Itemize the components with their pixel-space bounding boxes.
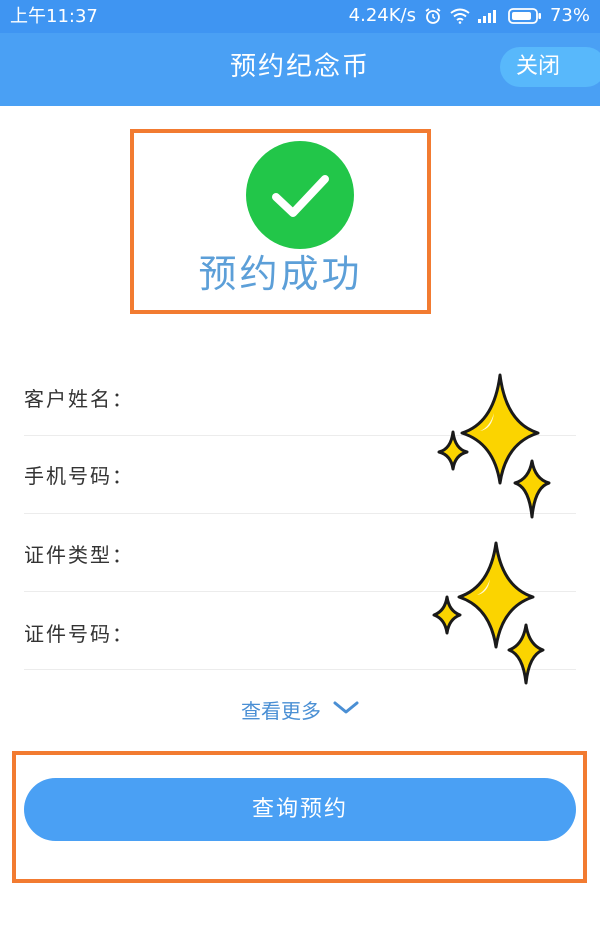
wifi-icon [450, 8, 470, 24]
signal-icon [477, 9, 500, 23]
see-more-label: 查看更多 [241, 698, 321, 723]
alarm-icon [424, 7, 442, 25]
field-label: 客户姓名： [24, 387, 134, 411]
status-bar: 上午11:37 4.24K/s 73% [0, 0, 600, 33]
status-time: 上午11:37 [10, 6, 98, 27]
sparkle-icon [432, 373, 551, 685]
chevron-down-icon [333, 697, 359, 721]
field-label: 证件类型： [24, 543, 134, 567]
query-reservation-button[interactable]: 查询预约 [24, 778, 576, 841]
network-speed: 4.24K/s [348, 5, 416, 26]
battery-percent: 73% [549, 5, 590, 26]
checkmark-icon [246, 141, 354, 249]
close-button[interactable]: 关闭 [500, 47, 600, 87]
success-message: 预约成功 [198, 252, 363, 296]
header-bar: 预约纪念币 关闭 [0, 33, 600, 106]
field-label: 证件号码： [24, 622, 134, 646]
status-right: 4.24K/s 73% [349, 5, 590, 27]
field-label: 手机号码： [24, 464, 134, 488]
see-more-link[interactable]: 查看更多 [0, 694, 600, 724]
battery-icon [508, 8, 542, 24]
